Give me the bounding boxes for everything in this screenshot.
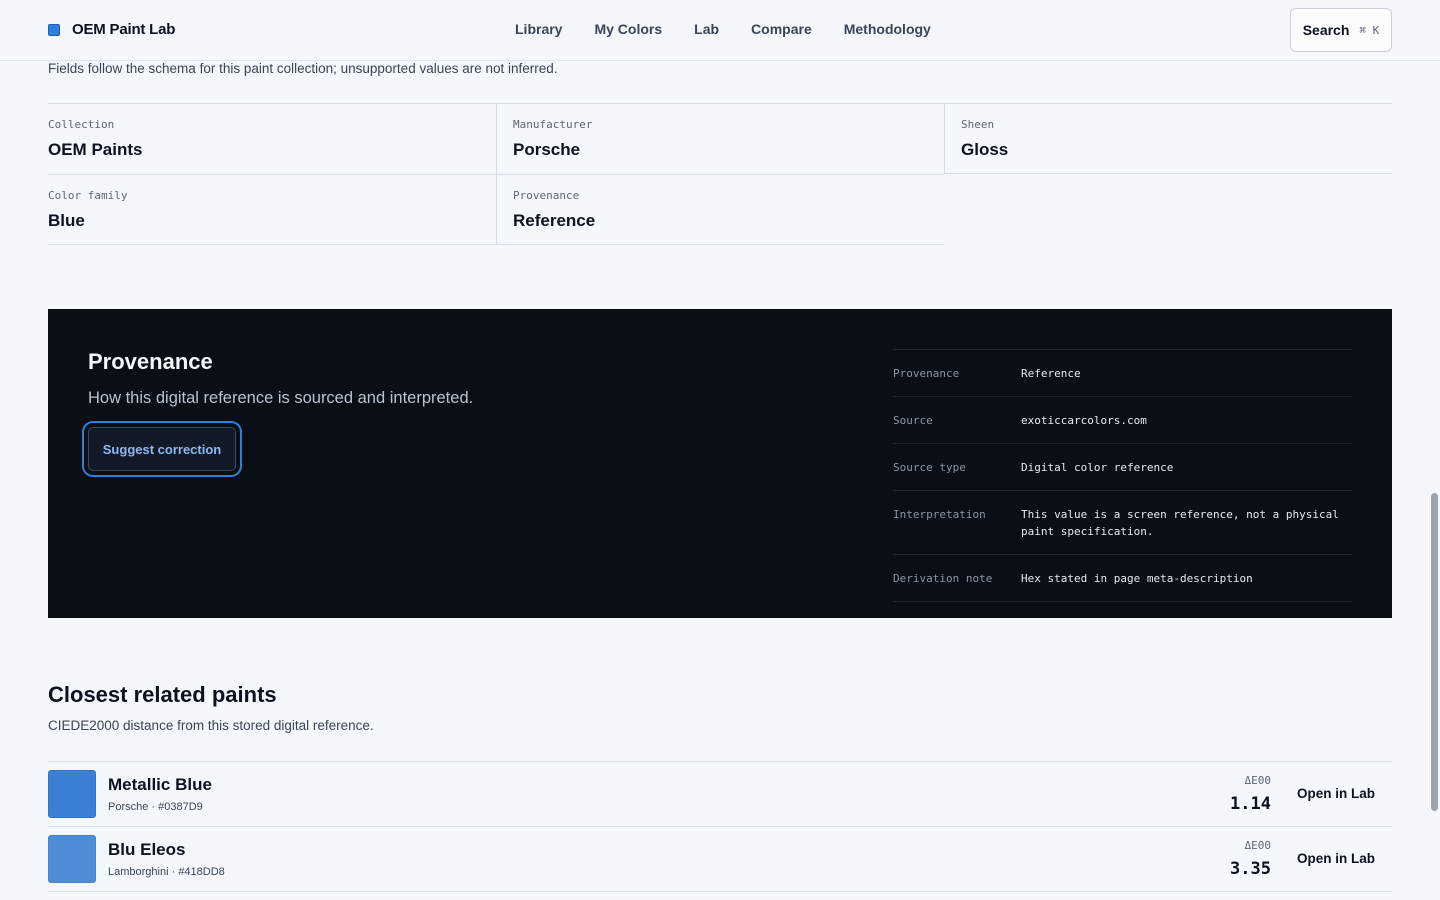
top-bar: OEM Paint Lab Library My Colors Lab Comp… — [0, 0, 1440, 61]
related-item[interactable] — [48, 891, 1392, 900]
provenance-value: Digital color reference — [1021, 461, 1174, 474]
field-value: Porsche — [513, 140, 581, 159]
field-key: Manufacturer — [513, 118, 593, 131]
field-value: Gloss — [961, 140, 1009, 159]
provenance-title: Provenance — [88, 349, 213, 374]
brand[interactable]: OEM Paint Lab — [48, 21, 175, 38]
field-provenance: Provenance Reference — [496, 174, 944, 245]
provenance-value: This value is a screen reference, not a … — [1021, 508, 1339, 538]
provenance-subtitle: How this digital reference is sourced an… — [88, 389, 474, 407]
provenance-panel: Provenance How this digital reference is… — [48, 309, 1392, 618]
nav-lab[interactable]: Lab — [694, 21, 719, 37]
nav-my-colors[interactable]: My Colors — [594, 21, 662, 37]
scrollbar-thumb[interactable] — [1431, 493, 1438, 811]
provenance-key: Derivation note — [893, 572, 993, 585]
search-shortcut: ⌘ K — [1359, 23, 1380, 37]
field-collection: Collection OEM Paints — [48, 103, 496, 174]
provenance-row: Source exoticcarcolors.com — [893, 396, 1352, 443]
provenance-value: exoticcarcolors.com — [1021, 414, 1147, 427]
brand-name: OEM Paint Lab — [72, 21, 176, 38]
field-grid: Collection OEM Paints Manufacturer Porsc… — [48, 103, 1392, 245]
related-item[interactable]: Blu Eleos Lamborghini · #418DD8 ΔE00 3.3… — [48, 826, 1392, 891]
provenance-key: Source type — [893, 461, 966, 474]
schema-note: Fields follow the schema for this paint … — [48, 61, 558, 76]
field-key: Provenance — [513, 189, 580, 202]
related-subtitle: CIEDE2000 distance from this stored digi… — [48, 718, 374, 733]
provenance-key: Provenance — [893, 367, 960, 380]
paint-meta: Porsche · #0387D9 — [108, 801, 203, 813]
field-key: Collection — [48, 118, 115, 131]
paint-name: Blu Eleos — [108, 840, 186, 859]
provenance-row: Interpretation This value is a screen re… — [893, 490, 1352, 554]
related-title: Closest related paints — [48, 682, 277, 707]
delta-value: 3.35 — [1230, 859, 1271, 879]
field-value: Reference — [513, 211, 596, 230]
color-swatch — [48, 835, 96, 883]
search-button[interactable]: Search ⌘ K — [1290, 8, 1392, 52]
paint-meta: Lamborghini · #418DD8 — [108, 866, 225, 878]
provenance-value: Reference — [1021, 367, 1081, 380]
field-value: OEM Paints — [48, 140, 143, 159]
related-list: Metallic Blue Porsche · #0387D9 ΔE00 1.1… — [48, 761, 1392, 900]
suggest-correction-button[interactable]: Suggest correction — [88, 427, 236, 471]
delta-value: 1.14 — [1230, 794, 1271, 814]
search-label: Search — [1302, 22, 1350, 38]
color-swatch — [48, 770, 96, 818]
related-item[interactable]: Metallic Blue Porsche · #0387D9 ΔE00 1.1… — [48, 761, 1392, 826]
provenance-table: Provenance Reference Source exoticcarcol… — [893, 349, 1352, 602]
field-key: Color family — [48, 189, 128, 202]
field-manufacturer: Manufacturer Porsche — [496, 103, 944, 174]
provenance-row: Derivation note Hex stated in page meta-… — [893, 554, 1352, 602]
field-sheen: Sheen Gloss — [944, 103, 1392, 174]
field-value: Blue — [48, 211, 85, 230]
scrollbar[interactable] — [1428, 61, 1440, 900]
nav-library[interactable]: Library — [515, 21, 562, 37]
open-in-lab-link[interactable]: Open in Lab — [1297, 786, 1375, 801]
nav-compare[interactable]: Compare — [751, 21, 812, 37]
field-color-family: Color family Blue — [48, 174, 496, 245]
provenance-row: Provenance Reference — [893, 349, 1352, 396]
nav-methodology[interactable]: Methodology — [844, 21, 931, 37]
provenance-value: Hex stated in page meta-description — [1021, 572, 1253, 585]
delta-label: ΔE00 — [1244, 839, 1272, 852]
brand-logo-icon — [48, 23, 60, 36]
field-key: Sheen — [961, 118, 995, 131]
open-in-lab-link[interactable]: Open in Lab — [1297, 851, 1375, 866]
provenance-key: Interpretation — [893, 508, 986, 521]
provenance-key: Source — [893, 414, 933, 427]
provenance-row: Source type Digital color reference — [893, 443, 1352, 490]
paint-name: Metallic Blue — [108, 775, 212, 794]
delta-label: ΔE00 — [1244, 774, 1272, 787]
main-nav: Library My Colors Lab Compare Methodolog… — [515, 21, 931, 37]
